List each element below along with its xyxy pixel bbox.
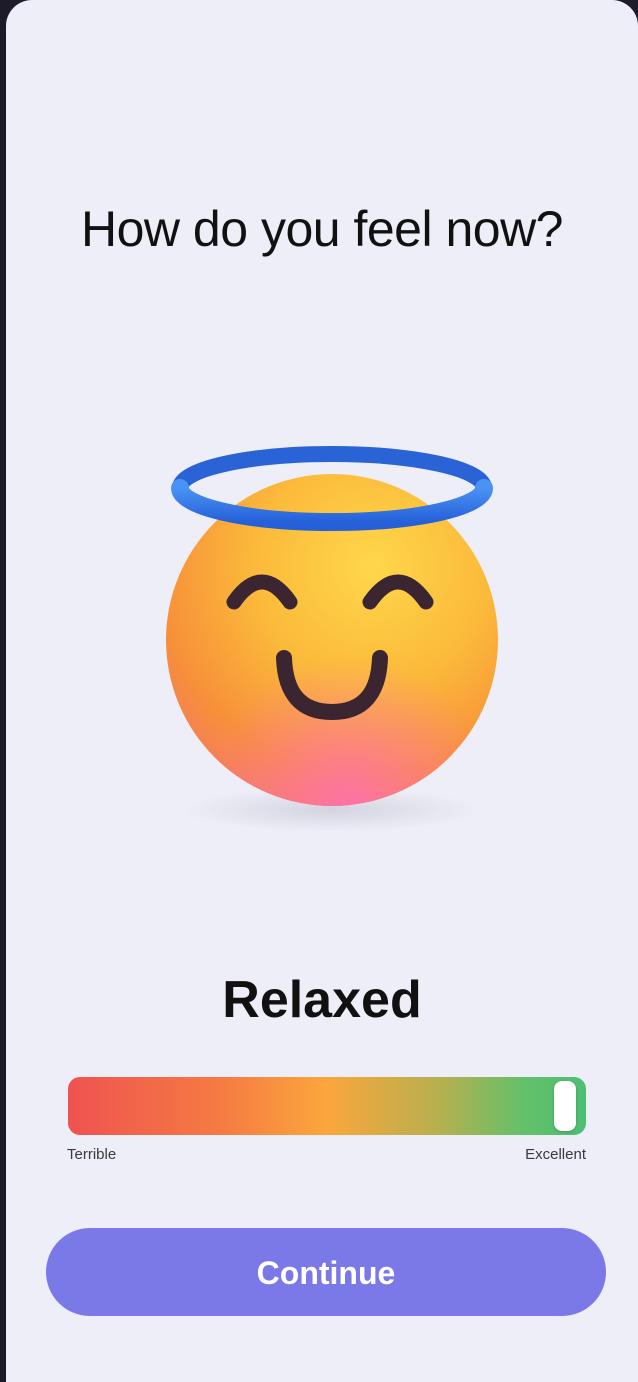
question-title: How do you feel now? xyxy=(81,201,563,257)
scale-max-label: Excellent xyxy=(525,1146,586,1163)
mood-check-screen: How do you feel now? Relaxed Terrible Ex… xyxy=(6,0,638,1382)
mood-label: Relaxed xyxy=(222,971,422,1029)
mood-slider-thumb[interactable] xyxy=(554,1081,576,1131)
continue-button[interactable]: Continue xyxy=(46,1228,606,1316)
scale-min-label: Terrible xyxy=(67,1146,117,1163)
mood-slider-track[interactable] xyxy=(68,1077,586,1135)
smiling-face-with-halo-icon xyxy=(156,430,506,840)
